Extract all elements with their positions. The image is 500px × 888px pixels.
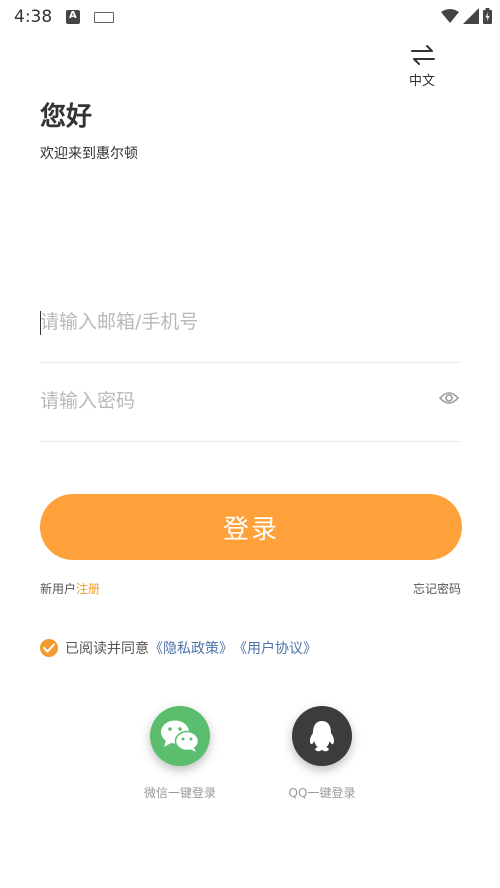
eye-icon[interactable] [439, 391, 459, 405]
agreement-text: 已阅读并同意 [65, 641, 149, 657]
privacy-policy-link[interactable]: 《隐私政策》 [149, 638, 233, 658]
wechat-icon [161, 720, 200, 752]
status-time: 4:38 [14, 7, 53, 27]
battery-icon [483, 8, 492, 24]
wechat-circle [150, 706, 210, 766]
status-icons [441, 8, 492, 24]
user-agreement-link[interactable]: 《用户协议》 [233, 638, 317, 658]
greeting-title: 您好 [40, 102, 93, 132]
agreement-row: 已阅读并同意 《隐私政策》 《用户协议》 [40, 638, 317, 658]
keyboard-icon [94, 12, 114, 23]
status-bar: 4:38 [0, 0, 500, 34]
signal-icon [463, 8, 479, 24]
forgot-password-link[interactable]: 忘记密码 [413, 580, 461, 597]
new-user-text: 新用户 [40, 582, 77, 596]
wifi-icon [441, 9, 459, 23]
language-label: 中文 [409, 74, 436, 89]
welcome-text: 欢迎来到惠尔顿 [40, 146, 138, 162]
check-icon [43, 643, 55, 653]
password-input[interactable] [40, 363, 420, 439]
wechat-login-button[interactable]: 微信一键登录 [120, 706, 240, 801]
swap-icon [411, 45, 435, 65]
qq-login-button[interactable]: QQ一键登录 [262, 706, 382, 801]
account-input[interactable] [40, 284, 420, 360]
register-link[interactable]: 注册 [76, 582, 100, 596]
qq-circle [292, 706, 352, 766]
qq-login-label: QQ一键登录 [288, 786, 356, 800]
new-user-row: 新用户注册 [40, 580, 100, 597]
text-caret [40, 311, 41, 335]
password-field [40, 363, 461, 442]
login-button-label: 登录 [222, 514, 279, 545]
agreement-checkbox[interactable] [40, 639, 58, 657]
accessibility-icon [66, 10, 80, 24]
account-field [40, 284, 461, 363]
login-button[interactable]: 登录 [40, 494, 462, 560]
language-switch[interactable]: 中文 [404, 44, 444, 89]
qq-penguin-icon [309, 721, 335, 752]
wechat-login-label: 微信一键登录 [143, 786, 216, 800]
